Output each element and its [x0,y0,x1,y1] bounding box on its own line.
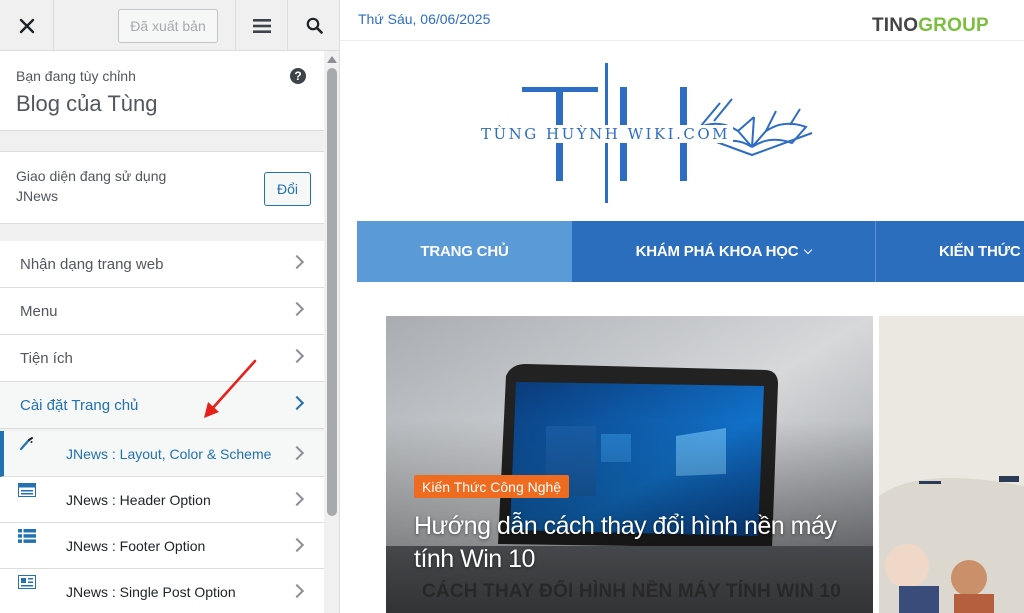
panel-site-identity[interactable]: Nhận dạng trang web [0,241,324,288]
panel-label: Cài đặt Trang chủ [20,396,139,414]
panel-menus[interactable]: Menu [0,288,324,335]
panel-jnews-single-post-option[interactable]: JNews : Single Post Option [0,569,324,613]
customizing-info: Bạn đang tùy chỉnh Blog của Tùng ? [0,51,324,131]
tinogroup-logo: TINOGROUP [872,15,989,36]
help-icon[interactable]: ? [290,68,306,84]
chevron-right-icon [289,491,305,507]
panel-label: JNews : Layout, Color & Scheme [66,446,272,462]
site-preview: Thứ Sáu, 06/06/2025 TINOGROUP TÙNG HUỲNH… [340,0,1024,613]
active-theme-section: Giao diện đang sử dụng JNews Đổi [0,151,324,224]
sidebar-scrollbar[interactable] [324,51,339,613]
site-logo[interactable]: TÙNG HUỲNH WIKI.COM [470,55,840,205]
publish-button[interactable]: Đã xuất bản [118,9,218,43]
chevron-right-icon [289,583,305,599]
jnews-panel-list: JNews : Layout, Color & Scheme JNews : H… [0,431,324,613]
panel-label: JNews : Footer Option [66,538,206,554]
panel-label: Nhận dạng trang web [20,255,164,273]
category-badge[interactable]: Kiến Thức Công Nghệ [414,475,570,498]
customizer-header: Đã xuất bản [0,0,339,51]
panel-jnews-footer-option[interactable]: JNews : Footer Option [0,523,324,569]
nav-item-science[interactable]: KHÁM PHÁ KHOA HỌC [572,221,876,282]
current-date: Thứ Sáu, 06/06/2025 [358,11,491,27]
nav-item-knowledge[interactable]: KIẾN THỨC [876,221,1024,282]
chevron-right-icon [289,395,305,411]
chevron-right-icon [289,301,305,317]
top-bar: Thứ Sáu, 06/06/2025 TINOGROUP [340,0,1024,41]
chevron-right-icon [289,348,305,364]
chevron-right-icon [289,537,305,553]
single-post-icon [18,575,36,589]
customizer-sidebar: Đã xuất bản Bạn đang tùy chỉnh Blog của … [0,0,340,613]
scroll-up-arrow-icon[interactable] [327,56,337,63]
panel-label: JNews : Header Option [66,492,211,508]
main-navigation: TRANG CHỦ KHÁM PHÁ KHOA HỌC KIẾN THỨC [357,221,1024,282]
panel-label: Menu [20,302,58,320]
scrollbar-thumb[interactable] [327,68,337,516]
featured-post-title[interactable]: Hướng dẫn cách thay đổi hình nền máy tín… [414,510,854,576]
active-theme-name: JNews [16,188,59,204]
customizing-label: Bạn đang tùy chỉnh [16,68,136,84]
paintbrush-icon [19,437,33,451]
panel-label: Tiện ích [20,349,73,367]
footer-list-icon [18,529,36,543]
featured-post[interactable]: Kiến Thức Công Nghệ Hướng dẫn cách thay … [386,316,873,613]
search-button[interactable] [288,0,339,51]
search-icon [306,17,323,34]
header-layout-icon [18,483,36,497]
close-button[interactable] [0,0,54,51]
featured-image-caption: CÁCH THAY ĐỔI HÌNH NỀN MÁY TÍNH WIN 10 [422,581,841,602]
secondary-post-image[interactable] [879,316,1024,613]
nav-item-home[interactable]: TRANG CHỦ [357,221,572,282]
customizer-panels: Bạn đang tùy chỉnh Blog của Tùng ? Giao … [0,51,324,613]
chevron-right-icon [289,254,305,270]
menu-button[interactable] [235,0,288,51]
chevron-right-icon [289,445,305,461]
hamburger-icon [252,18,271,33]
logo-text: TÙNG HUỲNH WIKI.COM [478,125,733,143]
panel-homepage-settings[interactable]: Cài đặt Trang chủ [0,382,324,429]
panel-jnews-layout-color-scheme[interactable]: JNews : Layout, Color & Scheme [0,431,324,477]
panel-label: JNews : Single Post Option [66,584,236,600]
illustration-image [879,316,1024,613]
panel-widgets[interactable]: Tiện ích [0,335,324,382]
change-theme-button[interactable]: Đổi [264,172,311,206]
chevron-down-icon [804,245,813,254]
active-theme-label: Giao diện đang sử dụng [16,168,167,184]
panel-jnews-header-option[interactable]: JNews : Header Option [0,477,324,523]
site-title: Blog của Tùng [16,91,158,116]
close-icon [19,18,34,33]
panel-list: Nhận dạng trang web Menu Tiện ích Cài đặ… [0,241,324,429]
